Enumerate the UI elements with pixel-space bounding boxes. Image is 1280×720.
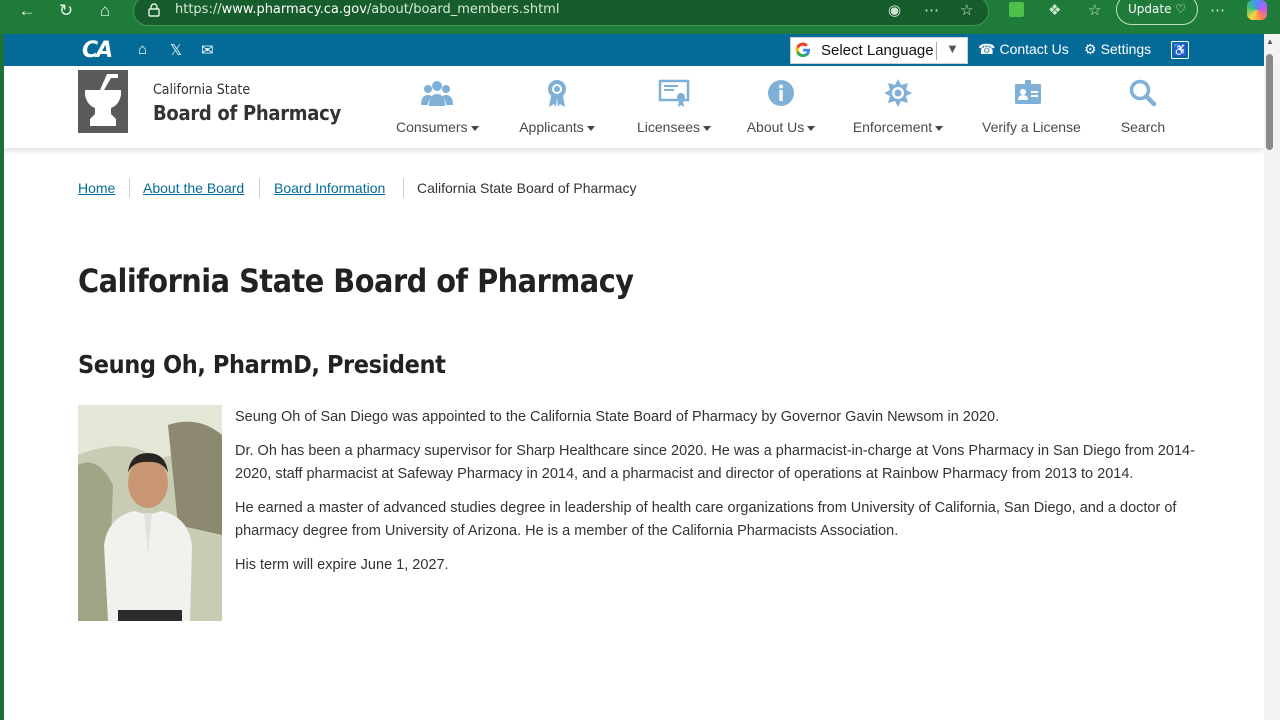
caret-down-icon [935,125,944,131]
member-name-heading: Seung Oh, PharmD, President [78,350,446,379]
extension-check-icon[interactable] [1009,2,1024,17]
tracking-prevention-icon[interactable]: ◉ [888,1,901,19]
nav-licensees[interactable]: Licensees [634,78,714,148]
accessibility-icon[interactable]: ♿ [1171,41,1189,59]
contact-us-link[interactable]: ☎ Contact Us [978,41,1069,58]
update-button[interactable]: Update ♡ [1116,0,1198,25]
bio-paragraph: His term will expire June 1, 2027. [235,557,449,573]
bio-paragraph: He earned a master of advanced studies d… [235,500,1177,539]
certificate-icon [658,79,690,107]
breadcrumb-divider [129,178,130,198]
mortar-pestle-logo-icon[interactable] [78,70,128,133]
nav-consumers[interactable]: Consumers [396,78,479,148]
divider [936,42,937,60]
settings-more-icon[interactable]: ⋯ [1210,1,1225,19]
people-icon [421,81,453,106]
nav-applicants[interactable]: Applicants [515,78,599,148]
breadcrumb-board-info-link[interactable]: Board Information [274,180,385,196]
scroll-up-arrow-icon[interactable]: ▲ [1266,37,1274,46]
heart-icon: ♡ [1175,2,1187,16]
google-icon [795,42,810,58]
back-icon[interactable]: ← [12,0,42,22]
home-icon[interactable]: ⌂ [138,41,147,58]
nav-search[interactable]: Search [1117,78,1169,148]
settings-link[interactable]: ⚙ Settings [1084,41,1151,58]
member-bio: Seung Oh of San Diego was appointed to t… [235,406,1195,588]
favorite-star-icon[interactable]: ☆ [960,1,973,19]
dropdown-arrow-icon: ▼ [946,41,959,56]
url-text[interactable]: https://www.pharmacy.ca.gov/about/board_… [175,2,559,17]
breadcrumb-current: California State Board of Pharmacy [417,180,637,196]
email-icon[interactable]: ✉ [201,41,214,59]
browser-toolbar: ← ↻ ⌂ https://www.pharmacy.ca.gov/about/… [0,0,1280,34]
nav-verify-license[interactable]: Verify a License [982,78,1081,148]
reload-icon[interactable]: ↻ [51,0,81,22]
gear-icon: ⚙ [1084,41,1097,57]
org-name-line1[interactable]: California State [153,82,250,98]
search-icon [1129,79,1157,107]
info-icon [768,80,794,106]
language-select[interactable]: Select Language ▼ [790,37,968,64]
breadcrumb-home-link[interactable]: Home [78,180,115,196]
caret-down-icon [703,125,712,131]
more-options-circle-icon[interactable]: ⋯ [924,1,939,19]
bio-paragraph: Seung Oh of San Diego was appointed to t… [235,409,1000,425]
badge-icon [884,79,912,107]
ca-gov-logo-icon[interactable]: CA [82,38,113,63]
caret-down-icon [470,125,479,131]
lock-icon[interactable] [148,3,160,17]
site-header: California State Board of Pharmacy Consu… [4,66,1264,148]
copilot-icon[interactable] [1247,0,1267,20]
home-icon[interactable]: ⌂ [90,0,120,22]
award-ribbon-icon [548,80,566,107]
breadcrumb-divider [259,178,260,198]
nav-about-us[interactable]: About Us [745,78,817,148]
utility-bar: CA ⌂ 𝕏 ✉ Select Language ▼ ☎ Contact Us ⚙… [4,34,1264,66]
language-select-label: Select Language [821,42,934,59]
web-page: CA ⌂ 𝕏 ✉ Select Language ▼ ☎ Contact Us ⚙… [4,34,1264,720]
bio-paragraph: Dr. Oh has been a pharmacy supervisor fo… [235,443,1195,482]
caret-down-icon [586,125,595,131]
favorites-list-icon[interactable]: ☆ [1088,1,1101,19]
member-photo [78,405,222,621]
extensions-puzzle-icon[interactable]: ❖ [1048,1,1061,19]
x-twitter-icon[interactable]: 𝕏 [170,41,182,59]
nav-enforcement[interactable]: Enforcement [852,78,944,148]
id-card-icon [1015,80,1041,104]
contact-phone-icon: ☎ [978,41,996,57]
page-title: California State Board of Pharmacy [78,262,634,300]
breadcrumb-about-link[interactable]: About the Board [143,180,244,196]
scrollbar-thumb[interactable] [1266,54,1273,150]
org-name-line2[interactable]: Board of Pharmacy [153,101,341,125]
breadcrumb-divider [403,178,404,198]
caret-down-icon [807,125,816,131]
